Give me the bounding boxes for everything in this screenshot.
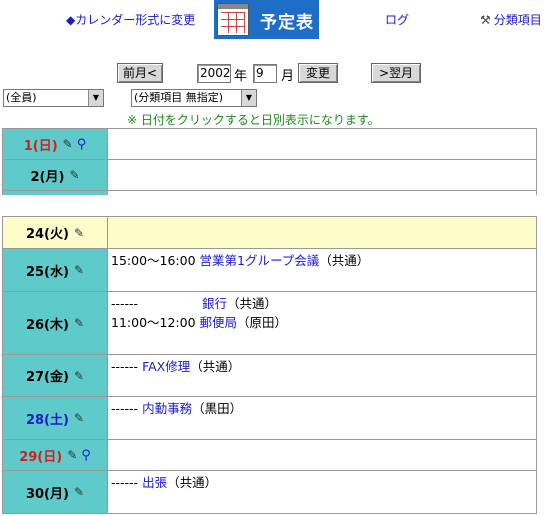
event-item: ------ 出張（共通） <box>111 473 533 492</box>
member-select[interactable]: (全員) ▼ <box>3 89 104 107</box>
event-item: ------ FAX修理（共通） <box>111 357 533 376</box>
event-owner: （共通） <box>190 359 241 374</box>
event-time: ------ <box>111 401 139 416</box>
day-row: 30(月) ✎ ------ 出張（共通） <box>2 470 537 514</box>
event-owner: （共通） <box>227 296 278 311</box>
event-link[interactable]: 銀行 <box>202 296 227 311</box>
category-select-value: (分類項目 無指定) <box>134 91 224 104</box>
chevron-down-icon[interactable]: ▼ <box>241 90 256 106</box>
calendar-view-link[interactable]: ◆カレンダー形式に変更 <box>66 11 195 28</box>
event-item: 15:00～16:00 営業第1グループ会議（共通） <box>111 251 533 270</box>
day-cell[interactable]: 1(日) ✎ ⚲ <box>3 129 108 159</box>
event-owner: （共通） <box>167 475 218 490</box>
day-row: 2(月) ✎ <box>2 159 537 191</box>
day-row: 27(金) ✎ ------ FAX修理（共通） <box>2 354 537 397</box>
day-label[interactable]: 2(月) <box>31 166 65 185</box>
day-label[interactable]: 24(火) <box>26 223 69 242</box>
event-item: ------ 内勤事務（黒田） <box>111 399 533 418</box>
event-link[interactable]: 出張 <box>142 475 167 490</box>
event-time: ------ <box>111 475 139 490</box>
month-input[interactable]: 9 <box>253 64 277 83</box>
day-cell[interactable]: 29(日) ✎ ⚲ <box>3 440 108 470</box>
day-events: ------ FAX修理（共通） <box>108 355 536 396</box>
pencil-icon[interactable]: ✎ <box>63 137 73 151</box>
category-link[interactable]: ⚒ 分類項目 <box>480 11 542 28</box>
event-link[interactable]: FAX修理 <box>142 359 190 374</box>
event-link[interactable]: 郵便局 <box>200 315 238 330</box>
event-time: ------ <box>111 359 139 374</box>
day-row: 28(土) ✎ ------ 内勤事務（黒田） <box>2 396 537 440</box>
day-label[interactable]: 29(日) <box>19 446 62 465</box>
hint-note: ※ 日付をクリックすると日別表示になります。 <box>127 113 380 127</box>
pencil-icon[interactable]: ✎ <box>74 316 84 330</box>
day-events <box>108 217 536 248</box>
pencil-icon[interactable]: ✎ <box>74 263 84 277</box>
event-time: 15:00～16:00 <box>111 253 196 268</box>
day-cell[interactable]: 28(土) ✎ <box>3 397 108 439</box>
pencil-icon[interactable]: ✎ <box>67 448 77 462</box>
pencil-icon[interactable]: ✎ <box>74 226 84 240</box>
day-cell[interactable]: 30(月) ✎ <box>3 471 108 513</box>
day-events <box>108 129 536 159</box>
chevron-down-icon[interactable]: ▼ <box>88 90 103 106</box>
event-item: 11:00～12:00 郵便局（原田） <box>111 313 533 332</box>
calendar-icon <box>217 3 249 36</box>
day-cell[interactable]: 26(木) ✎ <box>3 292 108 354</box>
event-owner: （共通） <box>319 253 370 268</box>
day-cell[interactable]: 27(金) ✎ <box>3 355 108 396</box>
day-cell[interactable]: 24(火) ✎ <box>3 217 108 248</box>
collapsed-days <box>2 191 537 195</box>
day-events: ------ 内勤事務（黒田） <box>108 397 536 439</box>
day-row-today: 24(火) ✎ <box>2 216 537 249</box>
year-input[interactable]: 2002 <box>197 64 231 83</box>
event-item: ------ 銀行（共通） <box>111 294 533 313</box>
magnifier-icon[interactable]: ⚲ <box>81 448 91 463</box>
day-events <box>108 440 536 470</box>
member-select-value: (全員) <box>6 91 37 104</box>
day-cell[interactable]: 25(水) ✎ <box>3 249 108 291</box>
day-label[interactable]: 26(木) <box>26 314 69 333</box>
day-label[interactable]: 30(月) <box>26 483 69 502</box>
day-events <box>108 160 536 190</box>
day-label[interactable]: 28(土) <box>26 409 69 428</box>
day-cell[interactable]: 2(月) ✎ <box>3 160 108 190</box>
event-time: ------ <box>111 296 139 311</box>
log-link[interactable]: ログ <box>385 11 409 28</box>
magnifier-icon[interactable]: ⚲ <box>77 137 87 152</box>
day-events: 15:00～16:00 営業第1グループ会議（共通） <box>108 249 536 291</box>
day-row: 26(木) ✎ ------ 銀行（共通） 11:00～12:00 郵便局（原田） <box>2 291 537 355</box>
page-title: 予定表 <box>260 13 314 33</box>
tools-icon: ⚒ <box>480 13 491 27</box>
year-unit-label: 年 <box>234 69 248 84</box>
day-label[interactable]: 27(金) <box>26 366 69 385</box>
page-title-banner: 予定表 <box>214 0 319 39</box>
month-unit-label: 月 <box>281 69 295 84</box>
category-select[interactable]: (分類項目 無指定) ▼ <box>131 89 257 107</box>
day-row: 29(日) ✎ ⚲ <box>2 439 537 471</box>
event-link[interactable]: 内勤事務 <box>142 401 192 416</box>
day-label[interactable]: 25(水) <box>26 261 69 280</box>
event-owner: （黒田） <box>192 401 243 416</box>
day-events: ------ 銀行（共通） 11:00～12:00 郵便局（原田） <box>108 292 536 354</box>
next-month-button[interactable]: >翌月 <box>371 63 421 83</box>
prev-month-button[interactable]: 前月< <box>117 63 163 83</box>
day-events: ------ 出張（共通） <box>108 471 536 513</box>
day-row: 1(日) ✎ ⚲ <box>2 128 537 160</box>
pencil-icon[interactable]: ✎ <box>74 485 84 499</box>
day-label[interactable]: 1(日) <box>24 135 58 154</box>
category-link-label: 分類項目 <box>493 13 542 27</box>
change-button[interactable]: 変更 <box>298 63 338 83</box>
pencil-icon[interactable]: ✎ <box>69 168 79 182</box>
event-link[interactable]: 営業第1グループ会議 <box>200 253 320 268</box>
pencil-icon[interactable]: ✎ <box>74 411 84 425</box>
event-time: 11:00～12:00 <box>111 315 196 330</box>
pencil-icon[interactable]: ✎ <box>74 369 84 383</box>
day-row: 25(水) ✎ 15:00～16:00 営業第1グループ会議（共通） <box>2 248 537 292</box>
event-owner: （原田） <box>237 315 288 330</box>
